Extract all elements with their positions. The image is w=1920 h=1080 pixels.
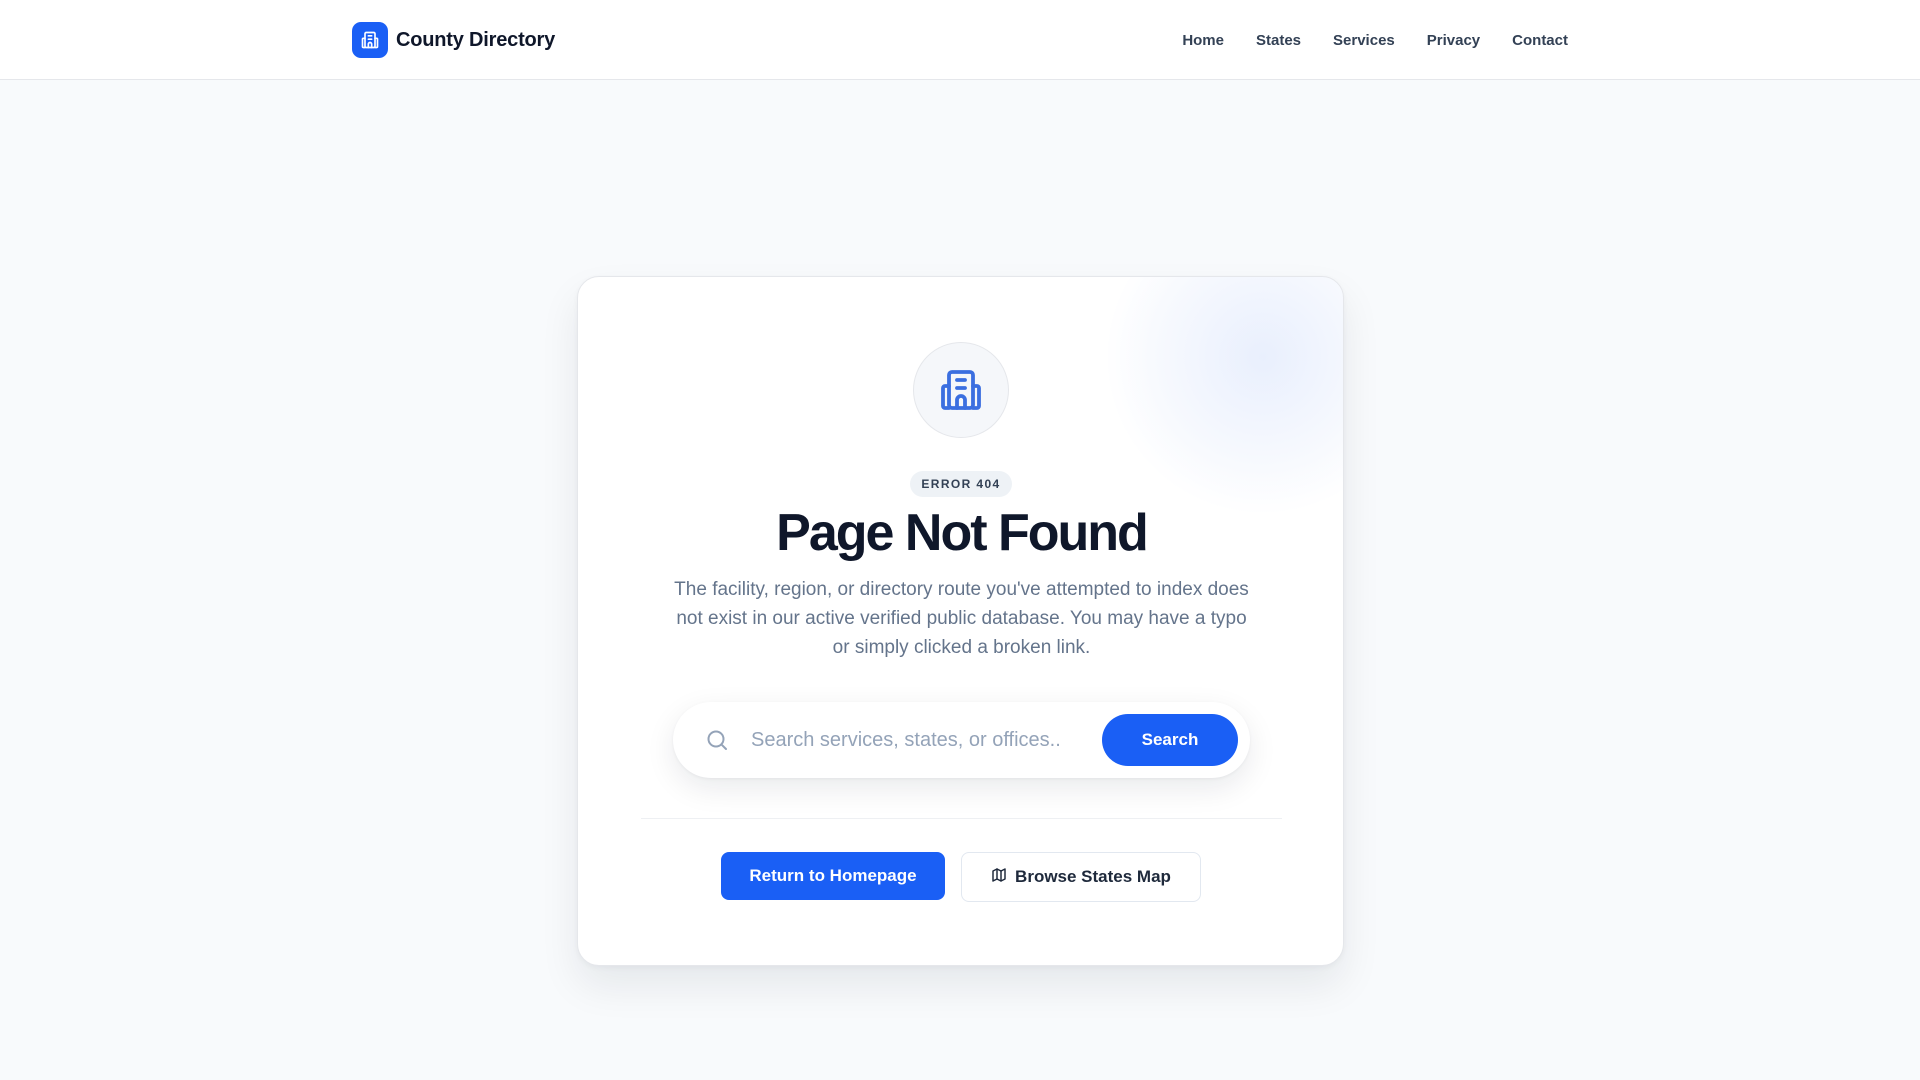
browse-states-map-label: Browse States Map <box>1015 867 1171 886</box>
site-header: County Directory Home States Services Pr… <box>0 0 1920 80</box>
nav-link-home[interactable]: Home <box>1182 32 1224 49</box>
brand-name: County Directory <box>396 28 556 51</box>
error-description: The facility, region, or directory route… <box>674 579 1249 658</box>
search-input[interactable] <box>751 722 1061 758</box>
browse-states-map-button[interactable]: Browse States Map <box>961 852 1201 902</box>
map-icon <box>991 867 1007 888</box>
page-title: Page Not Found <box>776 504 1149 562</box>
nav-link-states[interactable]: States <box>1256 32 1301 49</box>
search-button[interactable]: Search <box>1102 714 1238 766</box>
brand[interactable]: County Directory <box>352 22 555 58</box>
search-icon <box>705 728 729 752</box>
error-badge: ERROR 404 <box>910 471 1012 497</box>
building-icon <box>913 342 1009 438</box>
nav-link-contact[interactable]: Contact <box>1512 32 1568 49</box>
return-home-button[interactable]: Return to Homepage <box>721 852 945 900</box>
building-icon <box>352 22 388 58</box>
error-card: ERROR 404 Page Not Found The facility, r… <box>577 276 1344 966</box>
nav-link-privacy[interactable]: Privacy <box>1427 32 1480 49</box>
search-bar: Search <box>673 702 1250 778</box>
main-nav: Home States Services Privacy Contact <box>1182 28 1568 52</box>
divider <box>641 818 1282 819</box>
card-decoration <box>1103 277 1343 517</box>
nav-link-services[interactable]: Services <box>1333 32 1395 49</box>
